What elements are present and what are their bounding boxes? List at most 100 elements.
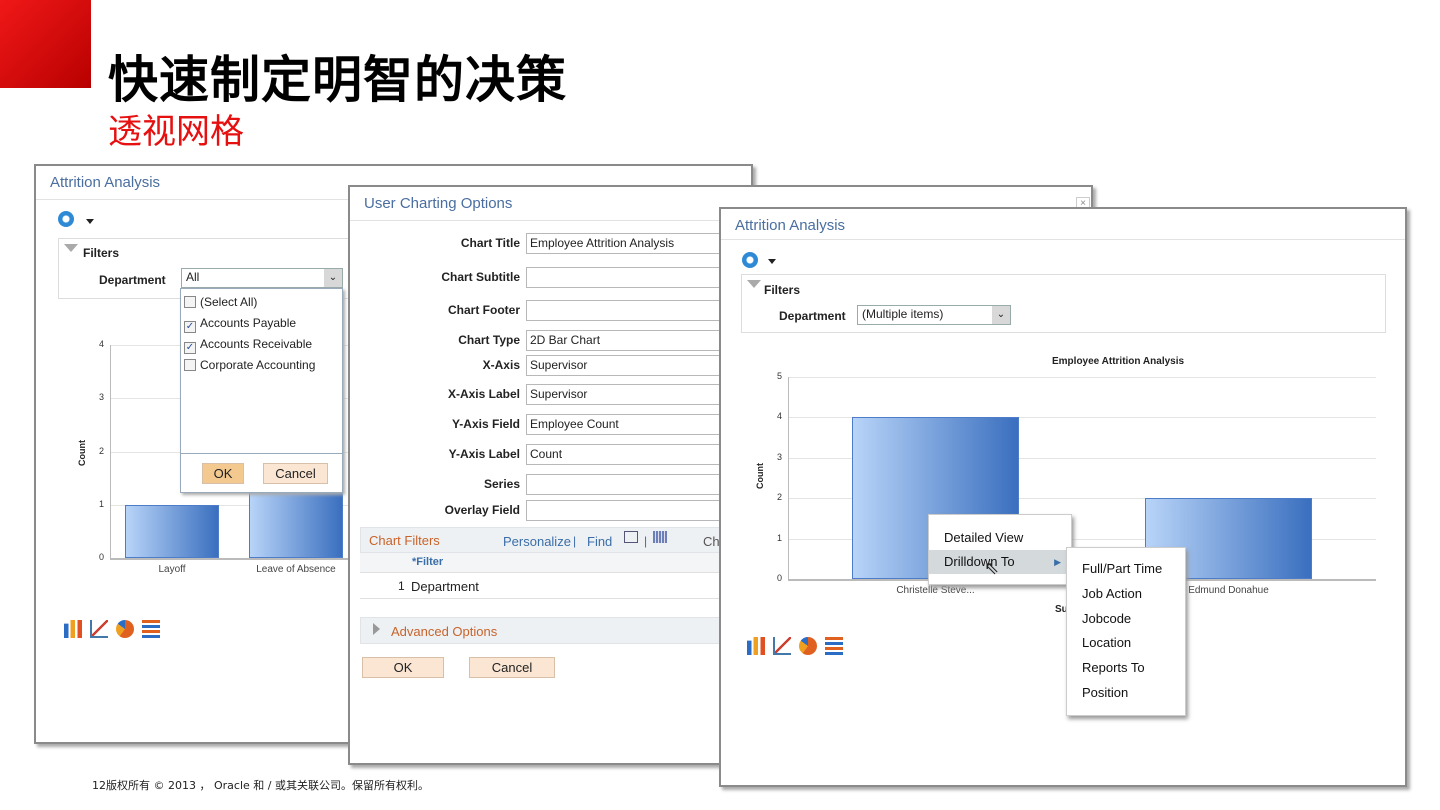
field-label: Y-Axis Label — [448, 447, 520, 461]
separator: | — [644, 534, 648, 548]
checkbox-checked[interactable]: ✓ — [184, 321, 196, 333]
gridline — [788, 377, 1376, 378]
submenu-item[interactable]: Full/Part Time — [1067, 557, 1185, 581]
y-tick-label: 3 — [98, 392, 104, 403]
horizontal-bar-chart-icon[interactable] — [142, 620, 160, 638]
cancel-button[interactable]: Cancel — [469, 657, 555, 678]
brand-red-block — [0, 0, 91, 88]
submenu-item[interactable]: Reports To — [1067, 656, 1185, 680]
option-label: (Select All) — [200, 295, 258, 309]
menu-item-drilldown-to[interactable]: Drilldown To ▶ — [929, 550, 1071, 574]
submenu-item[interactable]: Job Action — [1067, 582, 1185, 606]
dropdown-option[interactable]: ✓ Accounts Payable — [184, 313, 339, 334]
find-link[interactable]: Find — [587, 534, 612, 549]
dropdown-option[interactable]: (Select All) — [184, 292, 339, 313]
panel-title: User Charting Options — [364, 195, 513, 212]
bar-chart-icon[interactable] — [64, 620, 82, 638]
submenu-item[interactable]: Position — [1067, 681, 1185, 705]
filters-label: Filters — [764, 283, 801, 297]
context-menu: Detailed View Drilldown To ▶ ⇖ — [928, 514, 1072, 585]
bar-chart-icon[interactable] — [747, 637, 765, 655]
department-select[interactable]: (Multiple items) ⌄ — [857, 305, 1011, 325]
department-label: Department — [99, 273, 166, 287]
dropdown-option[interactable]: ✓ Accounts Receivable — [184, 334, 339, 355]
download-grid-icon[interactable] — [653, 531, 667, 543]
row-number: 1 — [398, 579, 405, 593]
chart-filters-extra: Ch — [703, 534, 720, 549]
advanced-options-section[interactable]: Advanced Options — [360, 617, 730, 644]
y-tick-label: 2 — [98, 445, 104, 456]
y-axis — [788, 377, 789, 579]
zoom-grid-icon[interactable] — [624, 531, 638, 543]
x-tick-label: Layoff — [158, 564, 186, 575]
panel-title: Attrition Analysis — [50, 174, 161, 191]
chart-filters-title: Chart Filters — [369, 533, 440, 548]
pie-chart-icon[interactable] — [116, 620, 134, 638]
y-tick-label: 0 — [98, 552, 104, 562]
y-axis-label: Count — [755, 463, 765, 489]
ok-button[interactable]: OK — [202, 463, 244, 484]
horizontal-bar-chart-icon[interactable] — [825, 637, 843, 655]
field-label: Chart Title — [460, 236, 520, 250]
field-input[interactable]: Employee Attrition Analysis — [526, 233, 746, 254]
ok-button[interactable]: OK — [362, 657, 444, 678]
filter-column-header: *Filter — [412, 556, 444, 568]
personalize-link[interactable]: Personalize — [503, 534, 571, 549]
chevron-down-icon[interactable]: ⌄ — [324, 269, 342, 287]
y-axis — [110, 345, 111, 558]
field-label: X-Axis — [482, 358, 520, 372]
filter-grid-header: *Filter — [360, 553, 730, 573]
checkbox-unchecked[interactable] — [184, 296, 196, 308]
field-label: Chart Footer — [448, 303, 520, 317]
department-value: All — [186, 270, 200, 284]
gear-icon[interactable] — [58, 211, 74, 227]
chevron-down-icon[interactable]: ⌄ — [992, 306, 1010, 324]
chart-filters-bar: Chart Filters Personalize | Find | Ch — [360, 527, 730, 553]
slide-footer: 12版权所有 © 2013 ， Oracle 和 / 或其关联公司。保留所有权利… — [92, 779, 429, 792]
checkbox-checked[interactable]: ✓ — [184, 342, 196, 354]
department-select[interactable]: All ⌄ — [181, 268, 343, 288]
x-tick-label: Leave of Absence — [256, 564, 336, 575]
cancel-button[interactable]: Cancel — [263, 463, 328, 484]
submenu-item[interactable]: Jobcode — [1067, 607, 1185, 631]
expand-triangle-icon[interactable] — [373, 623, 380, 635]
bar[interactable] — [125, 504, 219, 558]
field-label: X-Axis Label — [447, 387, 520, 401]
y-tick-label: 2 — [776, 492, 782, 503]
caret-down-icon[interactable] — [86, 219, 94, 224]
y-tick-label: 5 — [776, 371, 782, 381]
field-label: Chart Subtitle — [441, 270, 520, 284]
gear-icon[interactable] — [742, 252, 758, 268]
caret-down-icon[interactable] — [768, 259, 776, 264]
panel-title: Attrition Analysis — [735, 217, 846, 234]
drilldown-label: Drilldown To — [944, 554, 1015, 569]
pie-chart-icon[interactable] — [799, 637, 817, 655]
field-input[interactable] — [526, 300, 746, 321]
field-input[interactable]: Employee Count — [526, 414, 746, 435]
field-input[interactable] — [526, 474, 746, 495]
y-tick-label: 3 — [776, 451, 782, 462]
drilldown-submenu: Full/Part Time Job Action Jobcode Location R… — [1066, 547, 1186, 716]
collapse-triangle-icon[interactable] — [747, 280, 761, 288]
checkbox-unchecked[interactable] — [184, 359, 196, 371]
field-input[interactable]: Supervisor — [526, 355, 746, 376]
field-label: Series — [483, 477, 520, 491]
field-input[interactable] — [526, 267, 746, 288]
dropdown-option[interactable]: Corporate Accounting — [184, 355, 339, 376]
department-dropdown: (Select All) ✓ Accounts Payable ✓ Accounts R… — [180, 288, 343, 493]
table-row: 1 Department — [360, 574, 730, 599]
line-chart-icon[interactable] — [773, 637, 791, 655]
y-tick-label: 1 — [98, 498, 104, 509]
collapse-triangle-icon[interactable] — [64, 244, 78, 252]
field-input[interactable]: 2D Bar Chart — [526, 330, 746, 351]
menu-item-detailed-view[interactable]: Detailed View — [929, 526, 1071, 550]
field-label: Overlay Field — [444, 503, 520, 517]
filters-label: Filters — [83, 246, 120, 260]
line-chart-icon[interactable] — [90, 620, 108, 638]
submenu-item[interactable]: Location — [1067, 631, 1185, 655]
field-input[interactable] — [526, 500, 746, 521]
field-input[interactable]: Supervisor — [526, 384, 746, 405]
slide-title: 快速制定明智的决策 — [108, 51, 567, 109]
field-input[interactable]: Count — [526, 444, 746, 465]
filters-box: Filters Department (Multiple items) ⌄ — [741, 274, 1386, 333]
